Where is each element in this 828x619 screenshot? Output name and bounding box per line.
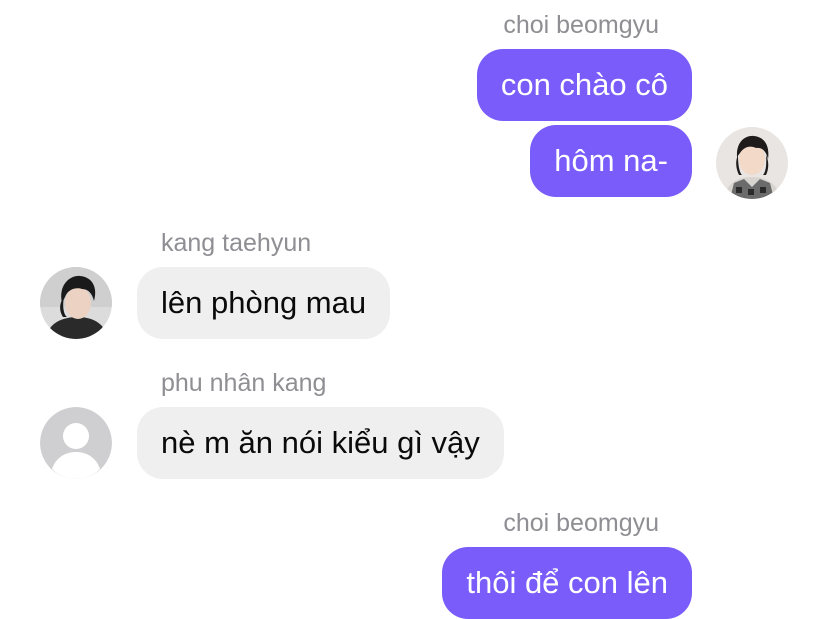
incoming-message-bubble[interactable]: nè m ăn nói kiểu gì vậy <box>137 407 504 479</box>
beomgyu-avatar-photo <box>716 127 788 199</box>
beomgyu-avatar[interactable] <box>716 127 788 199</box>
sender-name-choi-beomgyu: choi beomgyu <box>503 509 659 537</box>
sender-name-kang-taehyun: kang taehyun <box>161 229 312 257</box>
outgoing-message-bubble[interactable]: hôm na- <box>530 125 692 197</box>
outgoing-message-bubble[interactable]: thôi để con lên <box>442 547 692 619</box>
default-user-icon <box>40 407 112 479</box>
default-avatar[interactable] <box>40 407 112 479</box>
sender-name-choi-beomgyu: choi beomgyu <box>503 11 659 39</box>
sender-name-phu-nhan-kang: phu nhân kang <box>161 369 327 397</box>
outgoing-message-bubble[interactable]: con chào cô <box>476 49 692 121</box>
incoming-message-bubble[interactable]: lên phòng mau <box>137 267 391 339</box>
taehyun-avatar[interactable] <box>40 267 112 339</box>
taehyun-avatar-photo <box>40 267 112 339</box>
